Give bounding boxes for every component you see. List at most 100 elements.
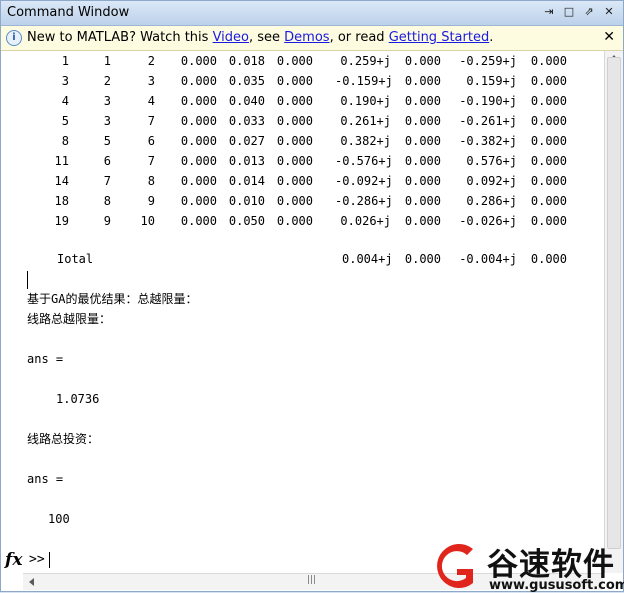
table-cell: 0.261+j — [340, 114, 391, 128]
demos-link[interactable]: Demos — [284, 30, 329, 45]
close-icon[interactable]: ✕ — [601, 4, 617, 20]
notice-prefix: New to MATLAB? Watch this — [27, 30, 213, 45]
table-cell: 0.013 — [228, 154, 265, 168]
table-cell: 0.000 — [180, 194, 217, 208]
scroll-left-icon[interactable] — [29, 578, 34, 586]
vertical-scrollbar[interactable] — [604, 51, 623, 573]
notice-sep-1: , see — [249, 30, 285, 45]
maximize-icon[interactable]: □ — [561, 4, 577, 20]
table-cell: 0.000 — [180, 174, 217, 188]
table-cell: 0.000 — [276, 94, 313, 108]
table-cell: 0.000 — [404, 74, 441, 88]
table-cell: 0.000 — [276, 74, 313, 88]
table-cell: 7 — [147, 154, 155, 168]
title-bar: Command Window ⇥ □ ⇗ ✕ — [1, 1, 623, 26]
table-cell: 5 — [103, 134, 111, 148]
welcome-notice-bar: i New to MATLAB? Watch this Video, see D… — [1, 26, 623, 51]
table-cell: 0.000 — [180, 154, 217, 168]
output-line: 线路总投资： — [27, 432, 100, 446]
getting-started-link[interactable]: Getting Started — [389, 30, 490, 45]
table-cell: 0.000 — [404, 94, 441, 108]
video-link[interactable]: Video — [213, 30, 249, 45]
ans-value: 1.0736 — [56, 392, 100, 406]
table-cell: 0.000 — [530, 134, 567, 148]
undock-icon[interactable]: ⇥ — [541, 4, 557, 20]
table-cell: -0.026+j — [459, 214, 517, 228]
table-cell: 10 — [140, 214, 155, 228]
input-caret — [49, 552, 50, 568]
table-cell: 3 — [61, 74, 69, 88]
table-cell: 0.000 — [180, 74, 217, 88]
table-cell: 0.259+j — [340, 54, 391, 68]
table-cell: 18 — [54, 194, 69, 208]
table-cell: 0.000 — [530, 194, 567, 208]
table-cell: 0.000 — [404, 154, 441, 168]
table-cell: 0.000 — [530, 94, 567, 108]
table-cell: 0.000 — [530, 114, 567, 128]
function-browser-icon[interactable]: fx — [5, 550, 22, 570]
table-cell: 0.000 — [530, 174, 567, 188]
total-cell: 0.000 — [530, 252, 567, 266]
table-cell: -0.576+j — [335, 154, 393, 168]
table-cell: 9 — [103, 214, 111, 228]
table-cell: 0.000 — [180, 114, 217, 128]
table-cell: 6 — [147, 134, 155, 148]
watermark-url: www.gususoft.com — [489, 578, 624, 593]
table-cell: 7 — [103, 174, 111, 188]
table-cell: 9 — [147, 194, 155, 208]
table-cell: 19 — [54, 214, 69, 228]
table-cell: 3 — [147, 74, 155, 88]
table-cell: -0.092+j — [335, 174, 393, 188]
ans-label: ans = — [27, 472, 64, 486]
table-cell: -0.190+j — [459, 94, 517, 108]
table-cell: 0.000 — [404, 194, 441, 208]
table-cell: 0.000 — [180, 134, 217, 148]
total-label: Iotal — [57, 252, 94, 266]
dock-icon[interactable]: ⇗ — [581, 4, 597, 20]
table-cell: 0.000 — [404, 114, 441, 128]
table-cell: 0.000 — [276, 214, 313, 228]
table-cell: -0.261+j — [459, 114, 517, 128]
table-cell: 1 — [61, 54, 69, 68]
table-cell: 3 — [103, 114, 111, 128]
table-cell: 8 — [147, 174, 155, 188]
scrollbar-grip-icon[interactable]: ||| — [307, 575, 316, 585]
table-cell: -0.286+j — [335, 194, 393, 208]
table-cell: 7 — [147, 114, 155, 128]
command-window: Command Window ⇥ □ ⇗ ✕ i New to MATLAB? … — [0, 0, 624, 593]
watermark-logo-icon — [437, 544, 473, 588]
table-cell: 8 — [103, 194, 111, 208]
table-cell: 0.382+j — [340, 134, 391, 148]
table-cell: 2 — [147, 54, 155, 68]
console-output[interactable]: 1 1 2 0.000 0.018 0.000 0.259+j 0.000 -0.259+j 0.… — [23, 51, 603, 549]
table-cell: -0.159+j — [335, 74, 393, 88]
table-cell: 0.000 — [276, 174, 313, 188]
table-cell: 5 — [61, 114, 69, 128]
table-cell: 0.010 — [228, 194, 265, 208]
title-bar-buttons: ⇥ □ ⇗ ✕ — [541, 4, 617, 20]
table-cell: 14 — [54, 174, 69, 188]
prompt-chevrons: >> — [29, 552, 45, 567]
total-cell: 0.004+j — [342, 252, 393, 266]
table-cell: 8 — [61, 134, 69, 148]
table-cell: 0.576+j — [466, 154, 517, 168]
table-cell: 4 — [61, 94, 69, 108]
table-cell: 0.286+j — [466, 194, 517, 208]
scrollbar-thumb[interactable] — [607, 57, 621, 549]
table-cell: 1 — [103, 54, 111, 68]
table-cell: 0.000 — [276, 194, 313, 208]
table-cell: 4 — [147, 94, 155, 108]
window-title: Command Window — [7, 5, 130, 20]
table-cell: 0.035 — [228, 74, 265, 88]
table-cell: 0.000 — [276, 154, 313, 168]
table-cell: 0.000 — [530, 214, 567, 228]
table-cell: 0.092+j — [466, 174, 517, 188]
output-line: 线路总越限量： — [27, 312, 112, 326]
table-cell: 0.040 — [228, 94, 265, 108]
table-cell: 0.000 — [530, 74, 567, 88]
table-cell: 0.033 — [228, 114, 265, 128]
table-cell: 0.000 — [276, 54, 313, 68]
table-cell: 0.000 — [404, 134, 441, 148]
table-cell: 0.014 — [228, 174, 265, 188]
notice-close-icon[interactable]: ✕ — [603, 29, 615, 45]
